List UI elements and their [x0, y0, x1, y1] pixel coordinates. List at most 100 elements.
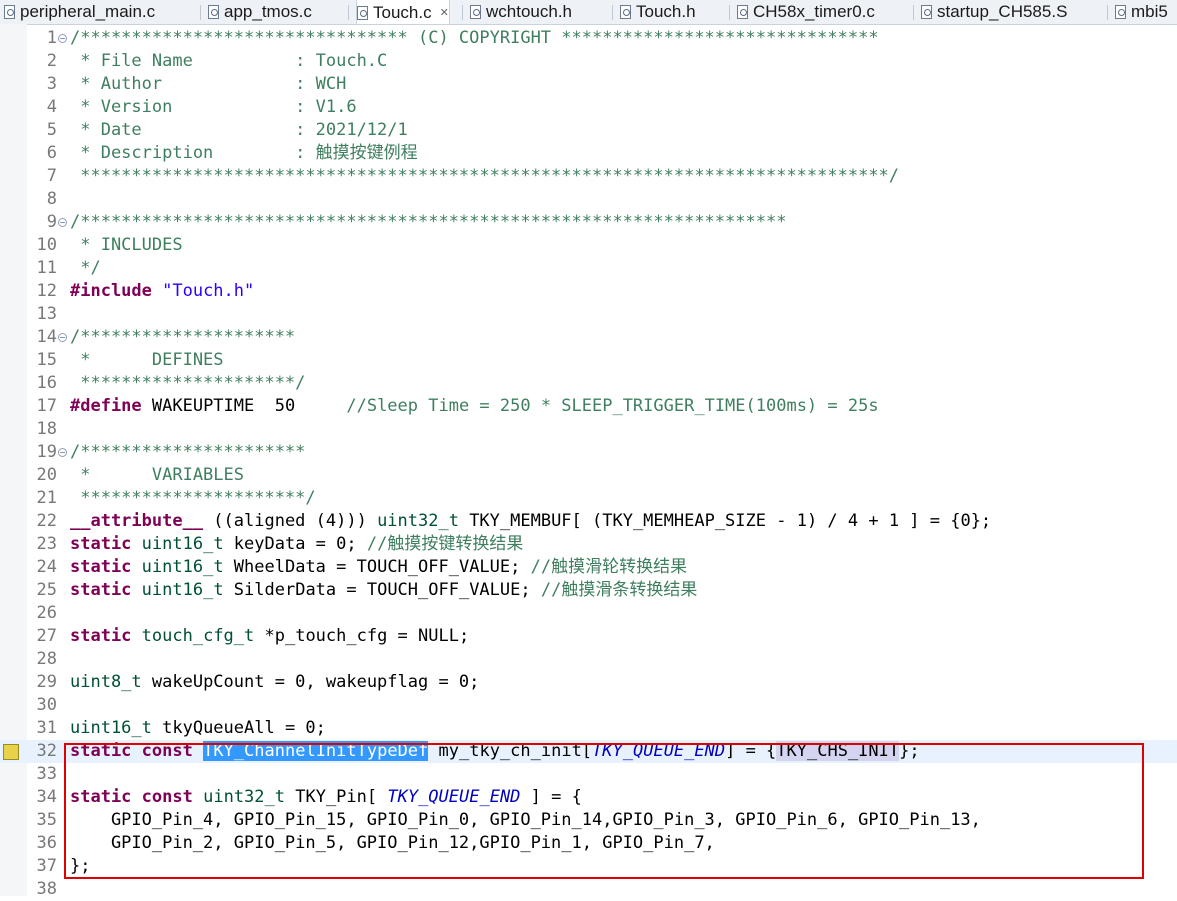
line-number: 8 — [46, 189, 57, 209]
fold-toggle-icon[interactable]: − — [58, 333, 67, 342]
tab-label: mbi5 — [1131, 2, 1168, 21]
code-line[interactable]: 24 static uint16_t WheelData = TOUCH_OFF_… — [0, 556, 1177, 579]
code-token: ((aligned (4))) — [203, 511, 378, 531]
code-line[interactable]: 32 static const TKY_ChannelInitTypeDef my… — [0, 740, 1177, 763]
code-line[interactable]: 38 — [0, 878, 1177, 901]
tab-separator — [612, 5, 613, 20]
code-token: TKY_QUEUE_END — [592, 741, 726, 761]
line-number: 36 — [36, 833, 57, 853]
code-token: "Touch.h" — [151, 281, 255, 301]
code-line[interactable]: 30 — [0, 694, 1177, 717]
code-token: GPIO_Pin_2, GPIO_Pin_5, GPIO_Pin_12,GPIO… — [70, 833, 715, 853]
code-line[interactable]: 36 GPIO_Pin_2, GPIO_Pin_5, GPIO_Pin_12,G… — [0, 832, 1177, 855]
code-line[interactable]: 23 static uint16_t keyData = 0; //触摸按键转换结… — [0, 533, 1177, 556]
close-tab-icon[interactable]: ✕ — [440, 6, 449, 19]
line-number: 29 — [36, 672, 57, 692]
tab-wchtouch-h[interactable]: wchtouch.h — [470, 0, 572, 24]
code-token: static — [70, 626, 132, 646]
code-line[interactable]: 7 **************************************… — [0, 165, 1177, 188]
code-line[interactable]: 17 #define WAKEUPTIME 50 //Sleep Time = 2… — [0, 395, 1177, 418]
code-line[interactable]: 1−/******************************** (C) … — [0, 27, 1177, 50]
code-line[interactable]: 11 */ — [0, 257, 1177, 280]
code-token: #define — [70, 396, 142, 416]
line-number: 4 — [46, 97, 57, 117]
code-line[interactable]: 4 * Version : V1.6 — [0, 96, 1177, 119]
current-instruction-marker-icon[interactable] — [3, 744, 19, 760]
tab-label: wchtouch.h — [486, 2, 572, 21]
code-line[interactable]: 33 — [0, 763, 1177, 786]
code-line[interactable]: 6 * Description : 触摸按键例程 — [0, 142, 1177, 165]
code-line[interactable]: 37}; — [0, 855, 1177, 878]
code-line[interactable]: 3 * Author : WCH — [0, 73, 1177, 96]
c-file-icon — [737, 5, 748, 19]
code-token: uint32_t — [203, 787, 285, 807]
tab-touch-c[interactable]: Touch.c ✕ — [356, 0, 450, 24]
code-line[interactable]: 27 static touch_cfg_t *p_touch_cfg = NULL… — [0, 625, 1177, 648]
code-token: * Date : 2021/12/1 — [70, 120, 408, 140]
code-token: uint16_t — [141, 557, 224, 577]
code-line[interactable]: 21 **********************/ — [0, 487, 1177, 510]
tab-app-tmos-c[interactable]: app_tmos.c — [208, 0, 312, 24]
tab-separator — [1107, 5, 1108, 20]
code-text: ****************************************… — [70, 165, 899, 188]
code-line[interactable]: 22 __attribute__ ((aligned (4))) uint32_t… — [0, 510, 1177, 533]
line-number: 34 — [36, 787, 57, 807]
code-line[interactable]: 31 uint16_t tkyQueueAll = 0; — [0, 717, 1177, 740]
code-token: TKY_Pin[ — [285, 787, 388, 807]
code-text: **********************/ — [70, 487, 315, 510]
code-token: TKY_QUEUE_END — [387, 787, 521, 807]
line-number: 12 — [36, 281, 57, 301]
line-number: 11 — [36, 258, 57, 278]
code-line[interactable]: 28 — [0, 648, 1177, 671]
code-token: * Description : 触摸按键例程 — [70, 143, 418, 163]
code-line[interactable]: 25 static uint16_t SilderData = TOUCH_OFF… — [0, 579, 1177, 602]
code-text: * File Name : Touch.C — [70, 50, 387, 73]
code-token: WheelData = TOUCH_OFF_VALUE; — [223, 557, 531, 577]
code-line[interactable]: 15 * DEFINES — [0, 349, 1177, 372]
code-token: /***************************************… — [70, 212, 787, 232]
code-line[interactable]: 34 static const uint32_t TKY_Pin[ TKY_QUE… — [0, 786, 1177, 809]
code-editor[interactable]: 1−/******************************** (C) … — [0, 24, 1177, 899]
code-line[interactable]: 19−/********************** — [0, 441, 1177, 464]
editor-tab-bar: peripheral_main.c app_tmos.c Touch.c ✕ wchto… — [0, 0, 1177, 25]
code-line[interactable]: 13 — [0, 303, 1177, 326]
line-number: 16 — [36, 373, 57, 393]
code-line[interactable]: 18 — [0, 418, 1177, 441]
tab-peripheral-main-c[interactable]: peripheral_main.c — [4, 0, 155, 24]
code-line[interactable]: 9−/*************************************… — [0, 211, 1177, 234]
line-number: 7 — [46, 166, 57, 186]
tab-ch58x-timer0-c[interactable]: CH58x_timer0.c — [737, 0, 875, 24]
fold-toggle-icon[interactable]: − — [58, 448, 67, 457]
code-token: ] = { — [520, 787, 582, 807]
code-line[interactable]: 35 GPIO_Pin_4, GPIO_Pin_15, GPIO_Pin_0, … — [0, 809, 1177, 832]
code-text: * INCLUDES — [70, 234, 182, 257]
line-number: 23 — [36, 534, 57, 554]
line-number: 33 — [36, 764, 57, 784]
line-number: 31 — [36, 718, 57, 738]
code-line[interactable]: 2 * File Name : Touch.C — [0, 50, 1177, 73]
tab-touch-h[interactable]: Touch.h — [620, 0, 696, 24]
code-line[interactable]: 29 uint8_t wakeUpCount = 0, wakeupflag = … — [0, 671, 1177, 694]
code-text: /********************** — [70, 441, 305, 464]
line-number: 1 — [46, 28, 57, 48]
code-token: //触摸滑条转换结果 — [540, 580, 698, 600]
code-text: /***************************************… — [70, 211, 786, 234]
tab-startup-ch585-s[interactable]: startup_CH585.S — [921, 0, 1067, 24]
tab-label: app_tmos.c — [224, 2, 312, 21]
line-number: 27 — [36, 626, 57, 646]
code-token: uint16_t — [141, 534, 224, 554]
code-line[interactable]: 20 * VARIABLES — [0, 464, 1177, 487]
code-line[interactable]: 26 — [0, 602, 1177, 625]
code-line[interactable]: 5 * Date : 2021/12/1 — [0, 119, 1177, 142]
fold-toggle-icon[interactable]: − — [58, 34, 67, 43]
fold-toggle-icon[interactable]: − — [58, 218, 67, 227]
line-number: 13 — [36, 304, 57, 324]
code-line[interactable]: 14−/********************* — [0, 326, 1177, 349]
code-line[interactable]: 16 *********************/ — [0, 372, 1177, 395]
code-line[interactable]: 10 * INCLUDES — [0, 234, 1177, 257]
code-line[interactable]: 12 #include "Touch.h" — [0, 280, 1177, 303]
tab-mbi5[interactable]: mbi5 — [1115, 0, 1168, 24]
code-line[interactable]: 8 — [0, 188, 1177, 211]
